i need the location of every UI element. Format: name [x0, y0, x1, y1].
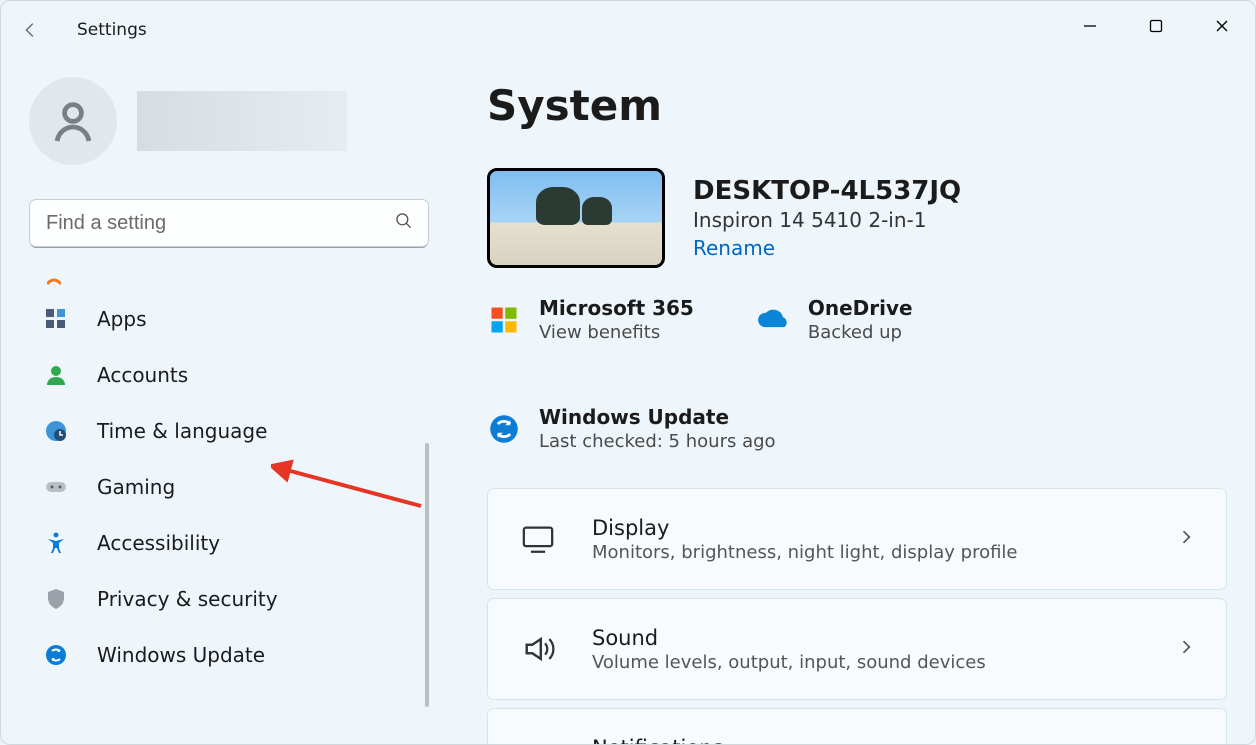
sidebar-item-gaming[interactable]: Gaming	[29, 459, 439, 515]
sidebar-item-label: Apps	[97, 307, 147, 331]
settings-cards: Display Monitors, brightness, night ligh…	[487, 488, 1227, 744]
sidebar-item-partial	[47, 271, 439, 281]
microsoft-365-icon	[487, 303, 521, 337]
minimize-button[interactable]	[1057, 1, 1123, 51]
window-controls	[1057, 1, 1255, 51]
device-name: DESKTOP-4L537JQ	[693, 176, 961, 206]
sidebar-scrollbar[interactable]	[425, 443, 429, 707]
accessibility-icon	[43, 530, 69, 556]
sidebar-item-windows-update[interactable]: Windows Update	[29, 627, 439, 683]
info-sub: Last checked: 5 hours ago	[539, 431, 776, 452]
accounts-icon	[43, 362, 69, 388]
chevron-right-icon	[1176, 527, 1196, 551]
onedrive-icon	[756, 303, 790, 337]
rename-link[interactable]: Rename	[693, 236, 961, 260]
card-title: Notifications	[592, 736, 851, 745]
device-info: DESKTOP-4L537JQ Inspiron 14 5410 2-in-1 …	[693, 176, 961, 260]
display-icon	[518, 519, 558, 559]
card-title: Display	[592, 516, 1018, 540]
info-windows-update[interactable]: Windows Update Last checked: 5 hours ago	[487, 405, 776, 452]
sound-icon	[518, 629, 558, 669]
sidebar-item-label: Accounts	[97, 363, 188, 387]
back-button[interactable]	[7, 6, 55, 54]
time-language-icon	[43, 418, 69, 444]
sidebar-item-label: Time & language	[97, 419, 267, 443]
card-sub: Volume levels, output, input, sound devi…	[592, 652, 986, 673]
search-field[interactable]	[44, 211, 394, 236]
app-title: Settings	[77, 20, 147, 40]
sidebar-item-label: Gaming	[97, 475, 175, 499]
info-microsoft-365[interactable]: Microsoft 365 View benefits	[487, 296, 694, 343]
sidebar-nav: Apps Accounts Time & language Gaming Acc	[29, 291, 439, 683]
sidebar: Apps Accounts Time & language Gaming Acc	[1, 59, 451, 744]
sidebar-item-accessibility[interactable]: Accessibility	[29, 515, 439, 571]
info-row: Microsoft 365 View benefits OneDrive Bac…	[487, 296, 1227, 452]
maximize-button[interactable]	[1123, 1, 1189, 51]
chevron-right-icon	[1176, 637, 1196, 661]
device-thumbnail[interactable]	[487, 168, 665, 268]
info-title: OneDrive	[808, 296, 913, 320]
windows-update-icon	[43, 642, 69, 668]
sidebar-item-privacy-security[interactable]: Privacy & security	[29, 571, 439, 627]
device-header: DESKTOP-4L537JQ Inspiron 14 5410 2-in-1 …	[487, 168, 1227, 268]
sidebar-item-label: Windows Update	[97, 643, 265, 667]
info-onedrive[interactable]: OneDrive Backed up	[756, 296, 913, 343]
device-model: Inspiron 14 5410 2-in-1	[693, 208, 961, 232]
privacy-icon	[43, 586, 69, 612]
titlebar: Settings	[1, 1, 1255, 59]
profile[interactable]	[29, 77, 439, 165]
apps-icon	[43, 306, 69, 332]
info-title: Windows Update	[539, 405, 776, 429]
search-icon	[394, 211, 414, 235]
windows-update-status-icon	[487, 412, 521, 446]
card-notifications[interactable]: Notifications Alerts from apps and syste…	[487, 708, 1227, 744]
card-title: Sound	[592, 626, 986, 650]
sidebar-item-apps[interactable]: Apps	[29, 291, 439, 347]
sidebar-item-label: Accessibility	[97, 531, 220, 555]
close-button[interactable]	[1189, 1, 1255, 51]
page-title: System	[487, 81, 1227, 130]
gaming-icon	[43, 474, 69, 500]
search-input[interactable]	[29, 199, 429, 247]
info-sub: Backed up	[808, 322, 913, 343]
info-sub: View benefits	[539, 322, 694, 343]
avatar	[29, 77, 117, 165]
sidebar-item-label: Privacy & security	[97, 587, 278, 611]
info-title: Microsoft 365	[539, 296, 694, 320]
sidebar-item-time-language[interactable]: Time & language	[29, 403, 439, 459]
sidebar-item-accounts[interactable]: Accounts	[29, 347, 439, 403]
card-sub: Monitors, brightness, night light, displ…	[592, 542, 1018, 563]
card-sound[interactable]: Sound Volume levels, output, input, soun…	[487, 598, 1227, 700]
content: System DESKTOP-4L537JQ Inspiron 14 5410 …	[487, 81, 1227, 744]
profile-name-redacted	[137, 91, 347, 151]
card-display[interactable]: Display Monitors, brightness, night ligh…	[487, 488, 1227, 590]
notifications-icon	[518, 739, 558, 744]
